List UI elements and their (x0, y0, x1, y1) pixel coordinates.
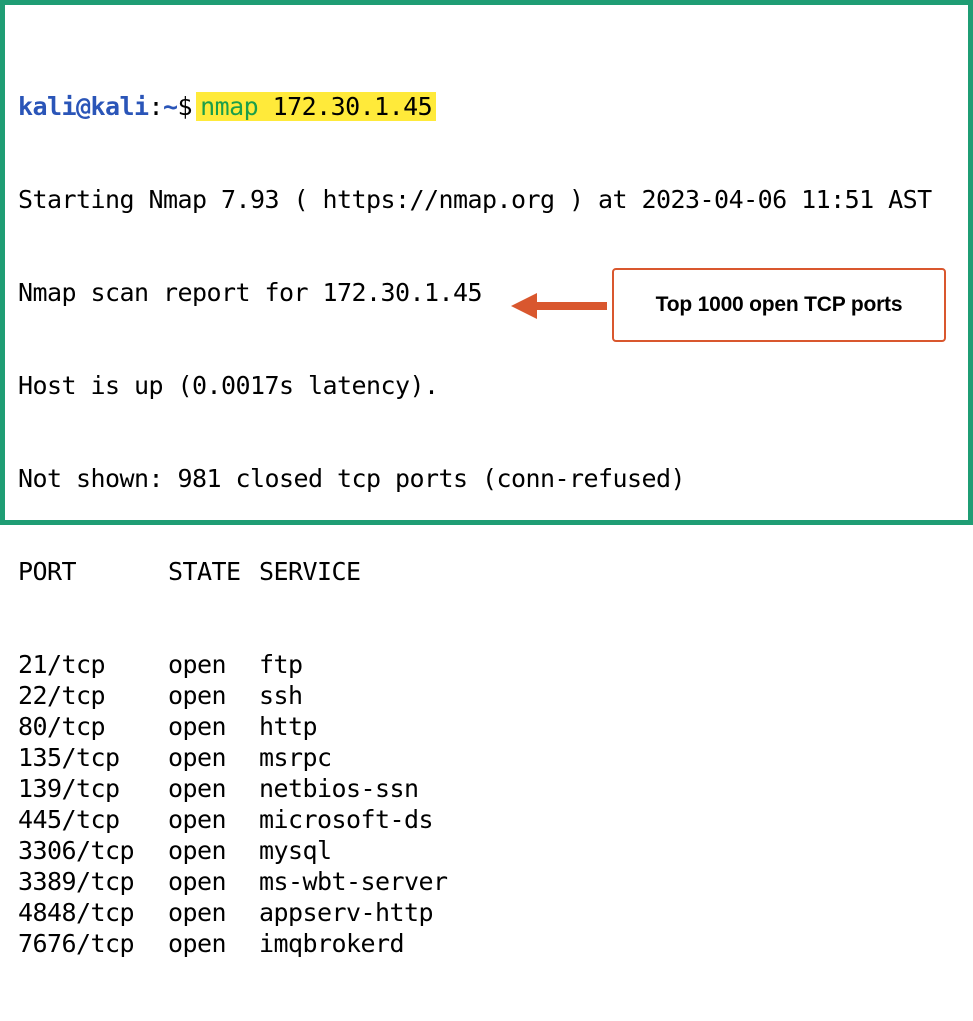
service-cell: http (259, 712, 318, 741)
service-cell: microsoft-ds (259, 805, 434, 834)
annotation-callout: Top 1000 open TCP ports (612, 268, 946, 342)
port-row: 21/tcp open ftp (18, 649, 968, 680)
command-name: nmap (200, 92, 259, 121)
state-cell: open (168, 650, 227, 679)
header-port: PORT (18, 557, 77, 586)
port-row: 139/tcp open netbios-ssn (18, 773, 968, 804)
screenshot-frame: kali@kali:~$ nmap 172.30.1.45 Starting Nm… (0, 0, 973, 958)
state-cell: open (168, 805, 227, 834)
prompt-line: kali@kali:~$ nmap 172.30.1.45 (18, 91, 968, 122)
port-row: 3306/tcp open mysql (18, 835, 968, 866)
output-line: Host is up (0.0017s latency). (18, 371, 439, 400)
header-state: STATE (168, 557, 241, 586)
header-service: SERVICE (259, 557, 361, 586)
service-cell: netbios-ssn (259, 774, 419, 803)
prompt-path: ~ (163, 92, 178, 121)
annotation-label: Top 1000 open TCP ports (655, 293, 903, 316)
state-cell: open (168, 929, 227, 958)
port-cell: 445/tcp (18, 805, 120, 834)
port-row: 80/tcp open http (18, 711, 968, 742)
port-row: 445/tcp open microsoft-ds (18, 804, 968, 835)
port-table: 21/tcp open ftp 22/tcp open ssh 80/tcp open http… (18, 649, 968, 959)
prompt-user-host: kali@kali (18, 92, 149, 121)
terminal-output: kali@kali:~$ nmap 172.30.1.45 Starting Nm… (18, 29, 968, 1021)
prompt-colon: : (148, 92, 164, 121)
port-cell: 22/tcp (18, 681, 106, 710)
port-cell: 3306/tcp (18, 836, 135, 865)
service-cell: ssh (259, 681, 303, 710)
command-argument: 172.30.1.45 (272, 92, 433, 121)
service-cell: ms-wbt-server (259, 867, 448, 896)
table-header-row: PORT STATE SERVICE (18, 556, 968, 587)
service-cell: appserv-http (259, 898, 434, 927)
port-cell: 4848/tcp (18, 898, 135, 927)
port-row: 135/tcp open msrpc (18, 742, 968, 773)
service-cell: ftp (259, 650, 303, 679)
port-row: 22/tcp open ssh (18, 680, 968, 711)
port-row: 4848/tcp open appserv-http (18, 897, 968, 928)
left-arrow-icon (511, 293, 607, 319)
state-cell: open (168, 898, 227, 927)
state-cell: open (168, 743, 227, 772)
state-cell: open (168, 681, 227, 710)
port-cell: 135/tcp (18, 743, 120, 772)
port-cell: 21/tcp (18, 650, 106, 679)
service-cell: mysql (259, 836, 332, 865)
prompt-dollar: $ (177, 92, 193, 121)
port-cell: 3389/tcp (18, 867, 135, 896)
state-cell: open (168, 712, 227, 741)
port-cell: 7676/tcp (18, 929, 135, 958)
service-cell: imqbrokerd (259, 929, 405, 958)
command-highlight: nmap 172.30.1.45 (196, 92, 437, 121)
state-cell: open (168, 774, 227, 803)
port-cell: 80/tcp (18, 712, 106, 741)
output-line: Starting Nmap 7.93 ( https://nmap.org ) … (18, 185, 932, 214)
output-line: Not shown: 981 closed tcp ports (conn-re… (18, 464, 686, 493)
service-cell: msrpc (259, 743, 332, 772)
state-cell: open (168, 836, 227, 865)
port-row: 7676/tcp open imqbrokerd (18, 928, 968, 959)
port-cell: 139/tcp (18, 774, 120, 803)
port-row: 3389/tcp open ms-wbt-server (18, 866, 968, 897)
state-cell: open (168, 867, 227, 896)
